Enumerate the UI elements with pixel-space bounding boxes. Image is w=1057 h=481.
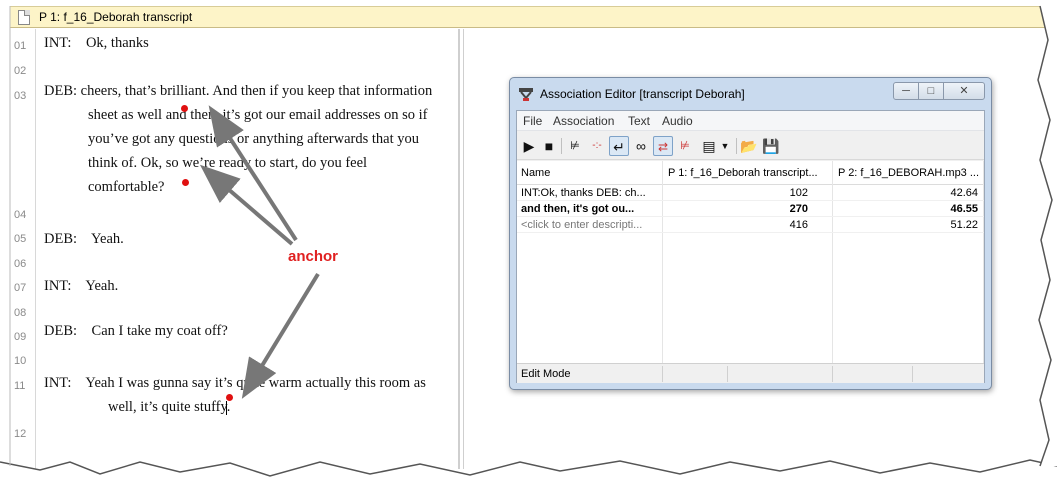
torn-edge-frame (0, 0, 1057, 481)
screenshot-page: P 1: f_16_Deborah transcript 01 02 03 04… (0, 0, 1057, 481)
